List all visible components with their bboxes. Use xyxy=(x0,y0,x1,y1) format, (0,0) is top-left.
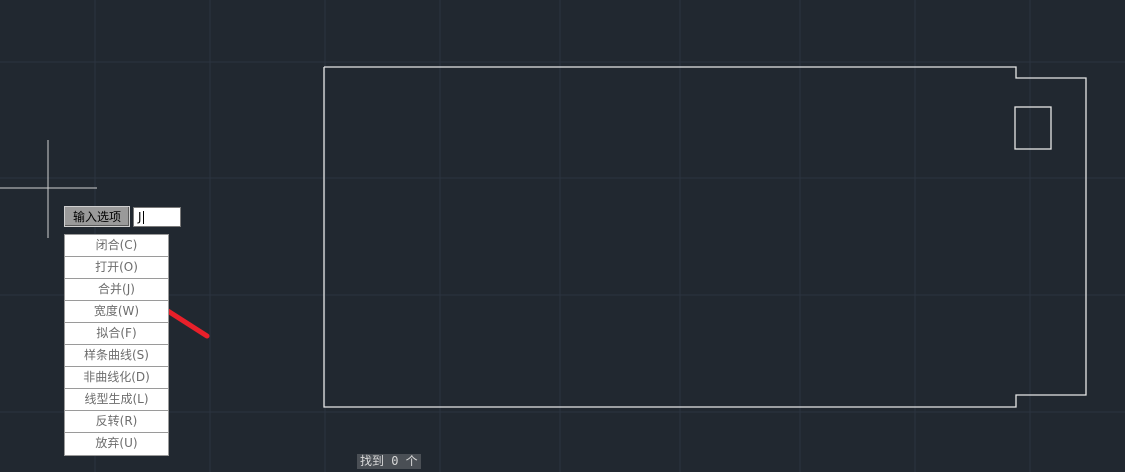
menu-item-reverse[interactable]: 反转(R) xyxy=(65,411,168,433)
input-options-label: 输入选项 xyxy=(64,206,130,227)
menu-item-undo[interactable]: 放弃(U) xyxy=(65,433,168,455)
found-count-status: 找到 0 个 xyxy=(357,454,421,469)
menu-item-open[interactable]: 打开(O) xyxy=(65,257,168,279)
menu-item-join[interactable]: 合并(J) xyxy=(65,279,168,301)
menu-item-close[interactable]: 闭合(C) xyxy=(65,235,168,257)
menu-item-decurve[interactable]: 非曲线化(D) xyxy=(65,367,168,389)
command-input-field[interactable]: J xyxy=(133,207,181,227)
command-input-value: J xyxy=(138,210,142,224)
text-caret xyxy=(142,211,144,224)
menu-item-spline[interactable]: 样条曲线(S) xyxy=(65,345,168,367)
menu-item-ltype-gen[interactable]: 线型生成(L) xyxy=(65,389,168,411)
menu-item-width[interactable]: 宽度(W) xyxy=(65,301,168,323)
small-rectangle[interactable] xyxy=(1014,106,1052,150)
pedit-options-menu: 闭合(C) 打开(O) 合并(J) 宽度(W) 拟合(F) 样条曲线(S) 非曲… xyxy=(64,234,169,456)
polyline-outline[interactable] xyxy=(323,66,1087,408)
menu-item-fit[interactable]: 拟合(F) xyxy=(65,323,168,345)
